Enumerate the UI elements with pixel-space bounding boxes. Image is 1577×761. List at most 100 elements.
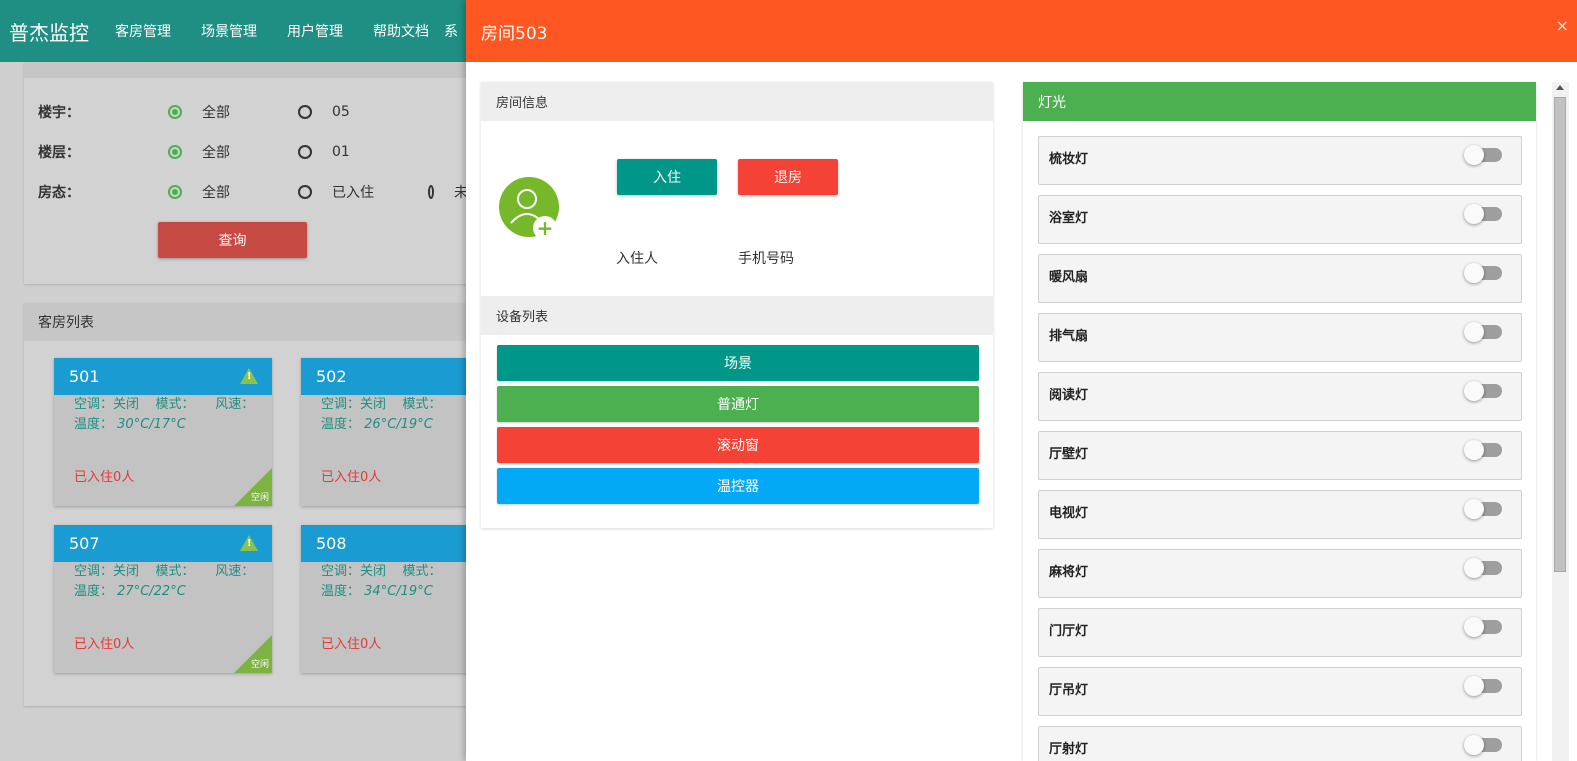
radio-checked-icon[interactable] <box>168 105 182 119</box>
nav-scene-management[interactable]: 场景管理 <box>186 21 272 41</box>
filter-label-status: 房态： <box>38 185 80 201</box>
light-name: 电视灯 <box>1049 506 1089 521</box>
scroll-up-icon[interactable] <box>1556 85 1564 90</box>
light-item: 阅读灯 <box>1038 372 1522 421</box>
filter-row-floor: 楼层： 全部 01 <box>38 142 428 162</box>
light-item: 电视灯 <box>1038 490 1522 539</box>
light-toggle[interactable] <box>1464 145 1502 165</box>
checkout-button[interactable]: 退房 <box>738 159 838 195</box>
room-temp-line: 温度： 30°C/17°C <box>74 417 186 432</box>
radio-building-05[interactable]: 05 <box>298 104 428 120</box>
modal-header: 房间503 × <box>466 0 1577 62</box>
room-number: 501 <box>69 367 100 386</box>
warning-icon <box>240 368 258 384</box>
light-item: 排气扇 <box>1038 313 1522 362</box>
room-ac-line: 空调：关闭 模式： 风速： <box>74 397 255 412</box>
radio-checked-icon[interactable] <box>168 145 182 159</box>
light-item: 厅吊灯 <box>1038 667 1522 716</box>
light-name: 门厅灯 <box>1049 624 1089 639</box>
modal-title: 房间503 <box>481 23 548 44</box>
plus-icon[interactable]: + <box>533 216 557 240</box>
light-toggle[interactable] <box>1464 322 1502 342</box>
light-item: 梳妆灯 <box>1038 136 1522 185</box>
device-thermostat-button[interactable]: 温控器 <box>497 468 979 504</box>
filter-row-status: 房态： 全部 已入住 未 <box>38 182 468 202</box>
filter-panel-header <box>24 62 474 78</box>
radio-unchecked-icon[interactable] <box>428 185 434 199</box>
radio-status-occupied[interactable]: 已入住 <box>298 182 428 202</box>
room-info-panel: 房间信息 + 入住 退房 入住人 手机号码 设备列表 场景 普通灯 滚动窗 温控… <box>481 82 993 528</box>
light-name: 阅读灯 <box>1049 388 1089 403</box>
light-name: 厅吊灯 <box>1049 683 1089 698</box>
filter-panel: 楼宇： 全部 05 楼层： 全部 01 房态： 全部 已入住 未 查询 <box>24 62 474 284</box>
nav-room-management[interactable]: 客房管理 <box>100 21 186 41</box>
light-toggle[interactable] <box>1464 204 1502 224</box>
room-number: 508 <box>316 534 347 553</box>
light-toggle[interactable] <box>1464 676 1502 696</box>
room-status-label: 空闲 <box>250 493 269 503</box>
room-occupancy: 已入住0人 <box>321 637 382 652</box>
light-item: 厅壁灯 <box>1038 431 1522 480</box>
scrollbar-thumb[interactable] <box>1554 97 1566 572</box>
room-card-header: 501 <box>54 358 272 395</box>
light-name: 暖风扇 <box>1049 270 1089 285</box>
filter-label-floor: 楼层： <box>38 145 80 161</box>
light-toggle[interactable] <box>1464 735 1502 755</box>
close-icon[interactable]: × <box>1556 16 1569 35</box>
room-occupancy: 已入住0人 <box>321 470 382 485</box>
radio-floor-all[interactable]: 全部 <box>168 142 298 162</box>
room-occupancy: 已入住0人 <box>74 637 135 652</box>
warning-icon <box>240 535 258 551</box>
light-toggle[interactable] <box>1464 499 1502 519</box>
light-item: 厅射灯 <box>1038 726 1522 761</box>
light-item: 浴室灯 <box>1038 195 1522 244</box>
light-name: 浴室灯 <box>1049 211 1089 226</box>
filter-row-building: 楼宇： 全部 05 <box>38 102 428 122</box>
light-toggle[interactable] <box>1464 617 1502 637</box>
light-toggle[interactable] <box>1464 263 1502 283</box>
device-scene-button[interactable]: 场景 <box>497 345 979 381</box>
light-toggle[interactable] <box>1464 381 1502 401</box>
room-modal: 房间503 × 房间信息 + 入住 退房 入住人 手机号码 设备列表 场景 普通… <box>466 0 1577 761</box>
light-toggle[interactable] <box>1464 440 1502 460</box>
guest-label: 入住人 <box>616 251 658 267</box>
radio-unchecked-icon[interactable] <box>298 105 312 119</box>
device-light-button[interactable]: 普通灯 <box>497 386 979 422</box>
device-list-title: 设备列表 <box>481 296 993 335</box>
nav-help-docs[interactable]: 帮助文档 <box>358 21 444 41</box>
nav-user-management[interactable]: 用户管理 <box>272 21 358 41</box>
room-number: 502 <box>316 367 347 386</box>
room-temp-line: 温度： 27°C/22°C <box>74 584 186 599</box>
room-card[interactable]: 507 空调：关闭 模式： 风速： 温度： 27°C/22°C 已入住0人 空闲 <box>54 525 272 673</box>
phone-label: 手机号码 <box>738 251 794 267</box>
radio-unchecked-icon[interactable] <box>298 145 312 159</box>
light-item: 暖风扇 <box>1038 254 1522 303</box>
radio-building-all[interactable]: 全部 <box>168 102 298 122</box>
query-button[interactable]: 查询 <box>158 222 307 258</box>
filter-label-building: 楼宇： <box>38 105 80 121</box>
radio-status-all[interactable]: 全部 <box>168 182 298 202</box>
brand-logo: 普杰监控 <box>9 20 89 45</box>
room-occupancy: 已入住0人 <box>74 470 135 485</box>
light-item: 门厅灯 <box>1038 608 1522 657</box>
lights-title: 灯光 <box>1023 82 1536 121</box>
radio-checked-icon[interactable] <box>168 185 182 199</box>
room-card[interactable]: 501 空调：关闭 模式： 风速： 温度： 30°C/17°C 已入住0人 空闲 <box>54 358 272 506</box>
light-name: 厅壁灯 <box>1049 447 1089 462</box>
scrollbar[interactable] <box>1552 82 1569 761</box>
light-toggle[interactable] <box>1464 558 1502 578</box>
light-name: 梳妆灯 <box>1049 152 1089 167</box>
radio-unchecked-icon[interactable] <box>298 185 312 199</box>
light-name: 厅射灯 <box>1049 742 1089 757</box>
light-name: 排气扇 <box>1049 329 1089 344</box>
room-ac-line: 空调：关闭 模式： 风速： <box>74 564 255 579</box>
room-info-title: 房间信息 <box>481 82 993 121</box>
room-card-header: 507 <box>54 525 272 562</box>
checkin-button[interactable]: 入住 <box>617 159 717 195</box>
room-status-label: 空闲 <box>250 660 269 670</box>
device-curtain-button[interactable]: 滚动窗 <box>497 427 979 463</box>
light-item: 麻将灯 <box>1038 549 1522 598</box>
radio-floor-01[interactable]: 01 <box>298 144 428 160</box>
radio-status-other[interactable]: 未 <box>428 182 468 202</box>
room-list-panel: 客房列表 501 空调：关闭 模式： 风速： 温度： 30°C/17°C 已入住… <box>24 303 519 706</box>
